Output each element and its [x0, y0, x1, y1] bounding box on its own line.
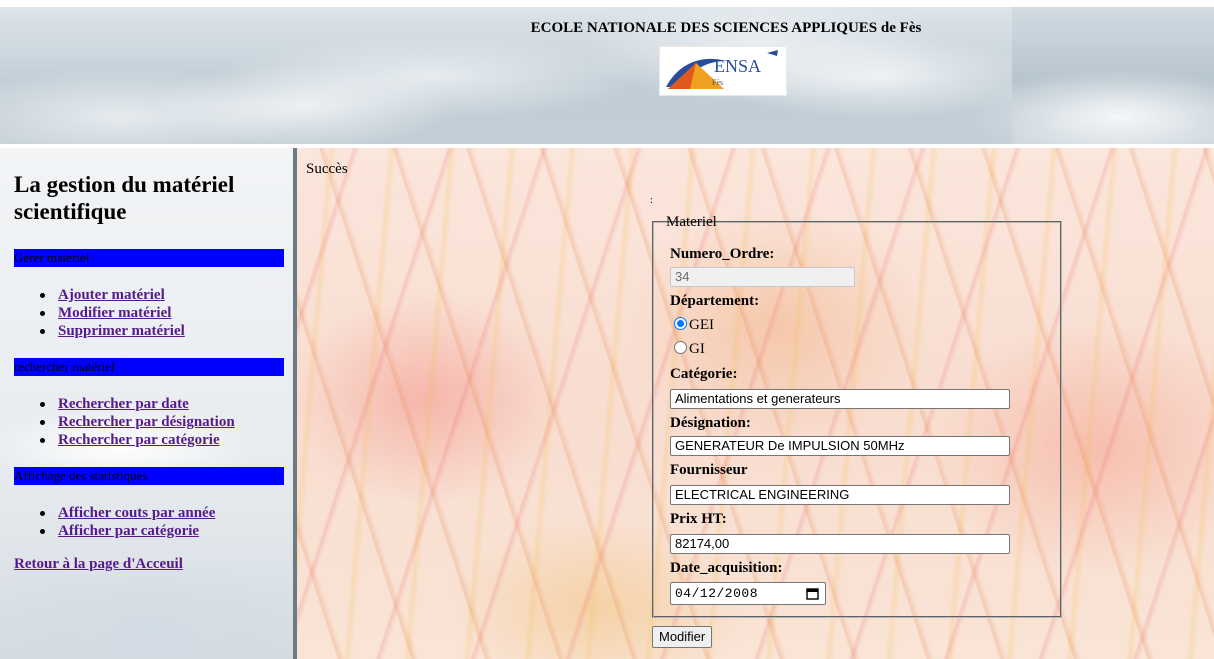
link-rechercher-par-categorie[interactable]: Rechercher par catégorie — [58, 432, 220, 448]
menu-gerer-materiel: Ajouter matériel Modifier matériel Suppr… — [40, 286, 185, 340]
menu-item: Supprimer matériel — [40, 322, 185, 340]
numero-ordre-input: 34 — [670, 267, 855, 287]
link-ajouter-materiel[interactable]: Ajouter matériel — [58, 287, 165, 303]
sidebar: La gestion du matériel scientifique Gére… — [0, 148, 297, 659]
modifier-button[interactable]: Modifier — [652, 626, 713, 648]
menu-item: Rechercher par catégorie — [40, 431, 235, 449]
main-content: Succès : Materiel Numero_Ordre: 34 Dépar… — [297, 148, 1214, 659]
status-message: Succès — [306, 161, 348, 177]
link-retour-accueil[interactable]: Retour à la page d'Acceuil — [14, 556, 183, 573]
fieldset-legend: Materiel — [666, 214, 717, 230]
logo-text: ENSA — [714, 56, 761, 76]
date-acquisition-input[interactable]: 04/12/2008 — [670, 582, 826, 605]
numero-ordre-label: Numero_Ordre: — [670, 246, 775, 262]
radio-gei[interactable]: GEI — [674, 316, 714, 334]
section-rechercher-materiel: rechercher matériel — [14, 358, 284, 376]
prix-ht-label: Prix HT: — [670, 511, 727, 527]
designation-input[interactable]: GENERATEUR De IMPULSION 50MHz — [670, 436, 1010, 456]
menu-rechercher-materiel: Rechercher par date Rechercher par désig… — [40, 395, 235, 449]
link-rechercher-par-designation[interactable]: Rechercher par désignation — [58, 414, 235, 430]
menu-item: Afficher par catégorie — [40, 522, 215, 540]
designation-label: Désignation: — [670, 415, 751, 431]
sidebar-title: La gestion du matériel scientifique — [14, 172, 235, 224]
radio-unchecked-icon — [674, 341, 687, 354]
school-title: ECOLE NATIONALE DES SCIENCES APPLIQUES d… — [530, 20, 922, 36]
logo-subtext: Fès — [712, 78, 723, 87]
radio-gi[interactable]: GI — [674, 340, 705, 358]
menu-item: Rechercher par désignation — [40, 413, 235, 431]
link-rechercher-par-date[interactable]: Rechercher par date — [58, 396, 189, 412]
section-gerer-materiel: Gérer matériel — [14, 249, 284, 267]
menu-item: Afficher couts par année — [40, 504, 215, 522]
menu-item: Rechercher par date — [40, 395, 235, 413]
date-acquisition-label: Date_acquisition: — [670, 560, 783, 576]
prix-ht-input[interactable]: 82174,00 — [670, 534, 1010, 554]
radio-gi-label: GI — [689, 341, 705, 357]
fournisseur-input[interactable]: ELECTRICAL ENGINEERING — [670, 485, 1010, 505]
page-header: ECOLE NATIONALE DES SCIENCES APPLIQUES d… — [0, 7, 1214, 155]
section-affichage-statistiques: Affichage des statistiques — [14, 467, 284, 485]
radio-gei-label: GEI — [689, 317, 714, 333]
menu-item: Ajouter matériel — [40, 286, 185, 304]
menu-affichage-statistiques: Afficher couts par année Afficher par ca… — [40, 504, 215, 540]
fournisseur-label: Fournisseur — [670, 462, 748, 478]
departement-label: Département: — [670, 293, 760, 309]
materiel-fieldset: Materiel Numero_Ordre: 34 Département: G… — [652, 214, 1062, 618]
link-supprimer-materiel[interactable]: Supprimer matériel — [58, 323, 185, 339]
stray-text: : — [650, 195, 653, 206]
calendar-icon[interactable] — [806, 586, 819, 607]
link-afficher-par-categorie[interactable]: Afficher par catégorie — [58, 523, 199, 539]
date-value: 04/12/2008 — [675, 586, 759, 601]
link-modifier-materiel[interactable]: Modifier matériel — [58, 305, 171, 321]
ensa-logo: ENSA Fès — [659, 46, 787, 96]
categorie-input[interactable]: Alimentations et generateurs — [670, 389, 1010, 409]
link-afficher-couts-par-annee[interactable]: Afficher couts par année — [58, 505, 215, 521]
categorie-label: Catégorie: — [670, 366, 738, 382]
menu-item: Modifier matériel — [40, 304, 185, 322]
radio-checked-icon — [674, 317, 687, 330]
